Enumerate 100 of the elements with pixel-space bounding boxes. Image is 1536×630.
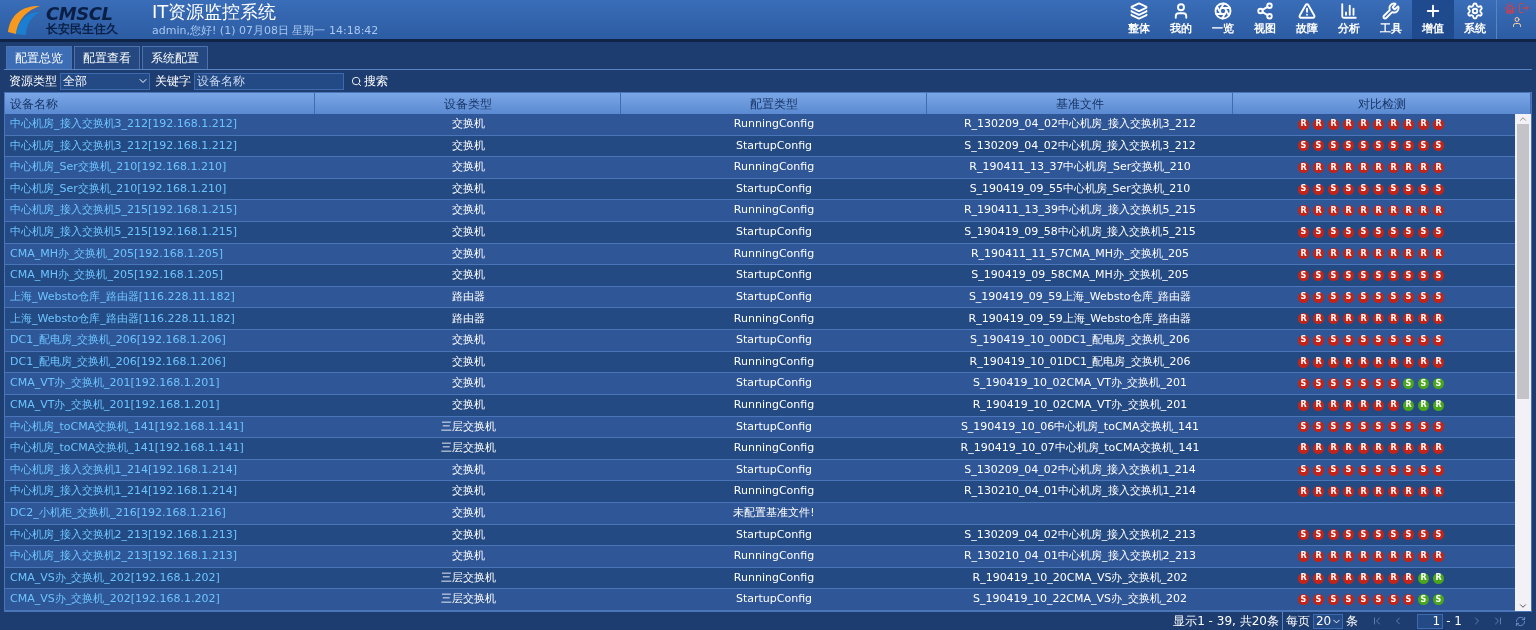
table-row[interactable]: 中心机房_接入交换机1_214[192.168.1.214] 交换机 RunningConfig R_130210_04_01中心机房_接入交换机1_214 R R R R R R R R R R <box>5 481 1515 503</box>
chart-icon <box>1340 1 1358 20</box>
device-name-link[interactable]: CMA_MH办_交换机_205[192.168.1.205] <box>10 267 223 284</box>
device-name-link[interactable]: CMA_VS办_交换机_202[192.168.1.202] <box>10 569 220 587</box>
table-row[interactable]: CMA_MH办_交换机_205[192.168.1.205] 交换机 RunningConfig R_190411_11_57CMA_MH办_交换机_205 R R R R R R R R R R <box>5 243 1515 266</box>
alarm-icon[interactable] <box>1503 2 1516 14</box>
device-name-link[interactable]: 中心机房_Ser交换机_210[192.168.1.210] <box>10 159 227 176</box>
table-row[interactable]: CMA_VS办_交换机_202[192.168.1.202] 三层交换机 RunningConfig R_190419_10_20CMA_VS办_交换机_202 R R R R R R R R R R <box>5 567 1515 590</box>
resource-type-select[interactable]: 全部 <box>60 72 150 90</box>
tab[interactable]: 配置总览 <box>6 46 72 69</box>
nav-button[interactable]: 增值 <box>1412 0 1454 39</box>
device-name-link[interactable]: CMA_VT办_交换机_201[192.168.1.201] <box>10 375 220 392</box>
table-row[interactable]: CMA_VT办_交换机_201[192.168.1.201] 交换机 RunningConfig R_190419_10_02CMA_VT办_交换机_201 R R R R R R R R R R <box>5 394 1515 417</box>
device-type-cell: 交换机 <box>451 375 485 392</box>
device-type-cell: 交换机 <box>451 267 485 284</box>
table-row[interactable]: 中心机房_接入交换机2_213[192.168.1.213] 交换机 RunningConfig R_130210_04_01中心机房_接入交换机2_213 R R R R R R R R R R <box>5 546 1515 568</box>
table-row[interactable]: CMA_VS办_交换机_202[192.168.1.202] 三层交换机 StartupConfig S_190419_10_22CMA_VS办_交换机_202 S S S S S S S S S S <box>5 589 1515 611</box>
table-row[interactable]: 中心机房_接入交换机3_212[192.168.1.212] 交换机 RunningConfig R_130209_04_02中心机房_接入交换机3_212 R R R R R R R R R R <box>5 114 1515 136</box>
search-button[interactable]: 搜索 <box>351 72 388 90</box>
device-type-cell-text: 三层交换机 <box>440 569 496 586</box>
refresh-icon[interactable] <box>1515 615 1526 627</box>
device-name-link[interactable]: 中心机房_接入交换机5_215[192.168.1.215] <box>10 224 238 241</box>
nav-button[interactable]: 工具 <box>1370 0 1412 39</box>
table-row[interactable]: 上海_Websto仓库_路由器[116.228.11.182] 路由器 StartupConfig S_190419_09_59上海_Websto仓库_路由器 S S S S S S S S S S <box>5 286 1515 309</box>
tab[interactable]: 系统配置 <box>142 46 208 69</box>
device-name-link[interactable]: 上海_Websto仓库_路由器[116.228.11.182] <box>10 288 235 306</box>
device-type-cell-text: 路由器 <box>451 310 485 327</box>
per-page-unit: 条 <box>1346 613 1359 630</box>
user-icon[interactable] <box>1510 16 1523 28</box>
last-page-icon[interactable] <box>1492 615 1504 627</box>
keyword-label: 关键字 <box>155 73 191 90</box>
table-row[interactable]: CMA_MH办_交换机_205[192.168.1.205] 交换机 StartupConfig S_190419_09_58CMA_MH办_交换机_205 S S S S S S S S S S <box>5 265 1515 287</box>
config-type-cell: RunningConfig <box>733 202 815 219</box>
device-name-link[interactable]: 中心机房_接入交换机1_214[192.168.1.214] <box>10 483 238 500</box>
device-name-link[interactable]: 中心机房_接入交换机1_214[192.168.1.214] <box>10 461 238 479</box>
baseline-file-cell-text: S_190419_09_55中心机房_Ser交换机_210 <box>969 180 1191 197</box>
scrollbar-thumb[interactable] <box>1517 124 1529 399</box>
device-type-cell-text: 交换机 <box>451 396 485 413</box>
device-name-link[interactable]: 中心机房_toCMA交换机_141[192.168.1.141] <box>10 418 244 436</box>
table-row[interactable]: DC1_配电房_交换机_206[192.168.1.206] 交换机 RunningConfig R_190419_10_01DC1_配电房_交换机_206 R R R R R R R R R R <box>5 351 1515 374</box>
nav-button[interactable]: 系统 <box>1454 0 1496 39</box>
config-type-cell-text: RunningConfig <box>733 245 815 262</box>
table-row[interactable]: 中心机房_接入交换机1_214[192.168.1.214] 交换机 StartupConfig S_130209_04_02中心机房_接入交换机1_214 S S S S S S S S S S <box>5 459 1515 482</box>
baseline-file-cell-text: R_190411_11_57CMA_MH办_交换机_205 <box>970 245 1190 262</box>
table-row[interactable]: 中心机房_接入交换机5_215[192.168.1.215] 交换机 StartupConfig S_190419_09_58中心机房_接入交换机5_215 S S S S S S S S S S <box>5 222 1515 244</box>
baseline-file-cell-text: S_130209_04_02中心机房_接入交换机3_212 <box>964 137 1196 154</box>
config-type-cell: RunningConfig <box>733 440 815 457</box>
table-row[interactable]: 上海_Websto仓库_路由器[116.228.11.182] 路由器 RunningConfig R_190419_09_59上海_Websto仓库_路由器 R R R R R R R R R R <box>5 308 1515 331</box>
nav-button[interactable]: 分析 <box>1328 0 1370 39</box>
device-name-link[interactable]: 中心机房_接入交换机5_215[192.168.1.215] <box>10 202 238 219</box>
table-row[interactable]: 中心机房_Ser交换机_210[192.168.1.210] 交换机 StartupConfig S_190419_09_55中心机房_Ser交换机_210 S S S S S S S S S S <box>5 178 1515 201</box>
device-type-cell-text: 交换机 <box>451 505 485 521</box>
scroll-down-icon[interactable] <box>1518 601 1528 611</box>
config-type-cell-text: StartupConfig <box>735 526 813 543</box>
table-row[interactable]: DC2_小机柜_交换机_216[192.168.1.216] 交换机 未配置基准文件! <box>5 502 1515 525</box>
table-row[interactable]: 中心机房_接入交换机2_213[192.168.1.213] 交换机 StartupConfig S_130209_04_02中心机房_接入交换机2_213 S S S S S S S S S S <box>5 524 1515 547</box>
device-name-link[interactable]: CMA_VS办_交换机_202[192.168.1.202] <box>10 591 220 608</box>
table-row[interactable]: 中心机房_toCMA交换机_141[192.168.1.141] 三层交换机 StartupConfig S_190419_10_06中心机房_toCMA交换机_141 S S S S S S S S S S <box>5 416 1515 439</box>
scrollbar[interactable] <box>1515 114 1531 611</box>
device-name-link[interactable]: CMA_VT办_交换机_201[192.168.1.201] <box>10 396 220 414</box>
pager-summary: 显示1 - 39, 共20条 <box>1173 613 1279 630</box>
table-row[interactable]: CMA_VT办_交换机_201[192.168.1.201] 交换机 StartupConfig S_190419_10_02CMA_VT办_交换机_201 S S S S S S S S S S <box>5 373 1515 395</box>
app-title: IT资源监控系统 <box>152 1 278 24</box>
keyword-field[interactable]: 设备名称 <box>194 72 344 90</box>
table-row[interactable]: 中心机房_Ser交换机_210[192.168.1.210] 交换机 RunningConfig R_190411_13_37中心机房_Ser交换机_210 R R R R R R R R R R <box>5 157 1515 179</box>
table-row[interactable]: 中心机房_接入交换机3_212[192.168.1.212] 交换机 StartupConfig S_130209_04_02中心机房_接入交换机3_212 S S S S S S S S S S <box>5 135 1515 158</box>
device-name-link[interactable]: CMA_MH办_交换机_205[192.168.1.205] <box>10 245 223 263</box>
device-name-link[interactable]: DC1_配电房_交换机_206[192.168.1.206] <box>10 353 226 371</box>
device-name-link[interactable]: 中心机房_接入交换机2_213[192.168.1.213] <box>10 526 238 544</box>
device-name-link[interactable]: 中心机房_接入交换机2_213[192.168.1.213] <box>10 548 238 565</box>
baseline-file-cell: S_190419_10_02CMA_VT办_交换机_201 <box>973 375 1187 392</box>
device-name-link[interactable]: 中心机房_接入交换机3_212[192.168.1.212] <box>10 137 238 155</box>
device-name-link[interactable]: 中心机房_接入交换机3_212[192.168.1.212] <box>10 116 238 133</box>
table-row[interactable]: 中心机房_toCMA交换机_141[192.168.1.141] 三层交换机 RunningConfig R_190419_10_07中心机房_toCMA交换机_141 R R R R R R R R R R <box>5 438 1515 460</box>
device-type-cell-text: 三层交换机 <box>440 418 496 435</box>
per-page-select[interactable]: 20 <box>1312 613 1344 629</box>
config-type-cell-text: RunningConfig <box>733 353 815 370</box>
device-name-link[interactable]: DC1_配电房_交换机_206[192.168.1.206] <box>10 332 226 349</box>
nav-button[interactable]: 故障 <box>1286 0 1328 39</box>
page-total: - 1 <box>1446 613 1462 630</box>
device-type-cell: 交换机 <box>451 224 485 241</box>
config-type-cell-text: StartupConfig <box>735 288 813 305</box>
tab[interactable]: 配置查看 <box>74 46 140 69</box>
nav-button[interactable]: 我的 <box>1160 0 1202 39</box>
device-name-link[interactable]: DC2_小机柜_交换机_216[192.168.1.216] <box>10 505 226 522</box>
scroll-up-icon[interactable] <box>1518 114 1528 124</box>
baseline-file-cell: S_190419_10_00DC1_配电房_交换机_206 <box>969 332 1191 349</box>
device-name-link[interactable]: 上海_Websto仓库_路由器[116.228.11.182] <box>10 310 235 328</box>
table-row[interactable]: DC1_配电房_交换机_206[192.168.1.206] 交换机 StartupConfig S_190419_10_00DC1_配电房_交换机_206 S S S S S S S S S S <box>5 330 1515 352</box>
nav-button[interactable]: 整体 <box>1118 0 1160 39</box>
baseline-file-cell: R_130210_04_01中心机房_接入交换机1_214 <box>963 483 1197 500</box>
device-name-link[interactable]: 中心机房_toCMA交换机_141[192.168.1.141] <box>10 440 244 457</box>
device-name-link[interactable]: 中心机房_Ser交换机_210[192.168.1.210] <box>10 180 227 198</box>
device-type-cell: 三层交换机 <box>440 591 496 608</box>
table-row[interactable]: 中心机房_接入交换机5_215[192.168.1.215] 交换机 RunningConfig R_190411_13_39中心机房_接入交换机5_215 R R R R R R R R R R <box>5 200 1515 223</box>
nav-button[interactable]: 一览 <box>1202 0 1244 39</box>
nav-button[interactable]: 视图 <box>1244 0 1286 39</box>
config-type-cell: StartupConfig <box>735 267 813 284</box>
baseline-file-cell: R_130209_04_02中心机房_接入交换机3_212 <box>963 116 1197 133</box>
page-field[interactable]: 1 <box>1417 613 1444 629</box>
